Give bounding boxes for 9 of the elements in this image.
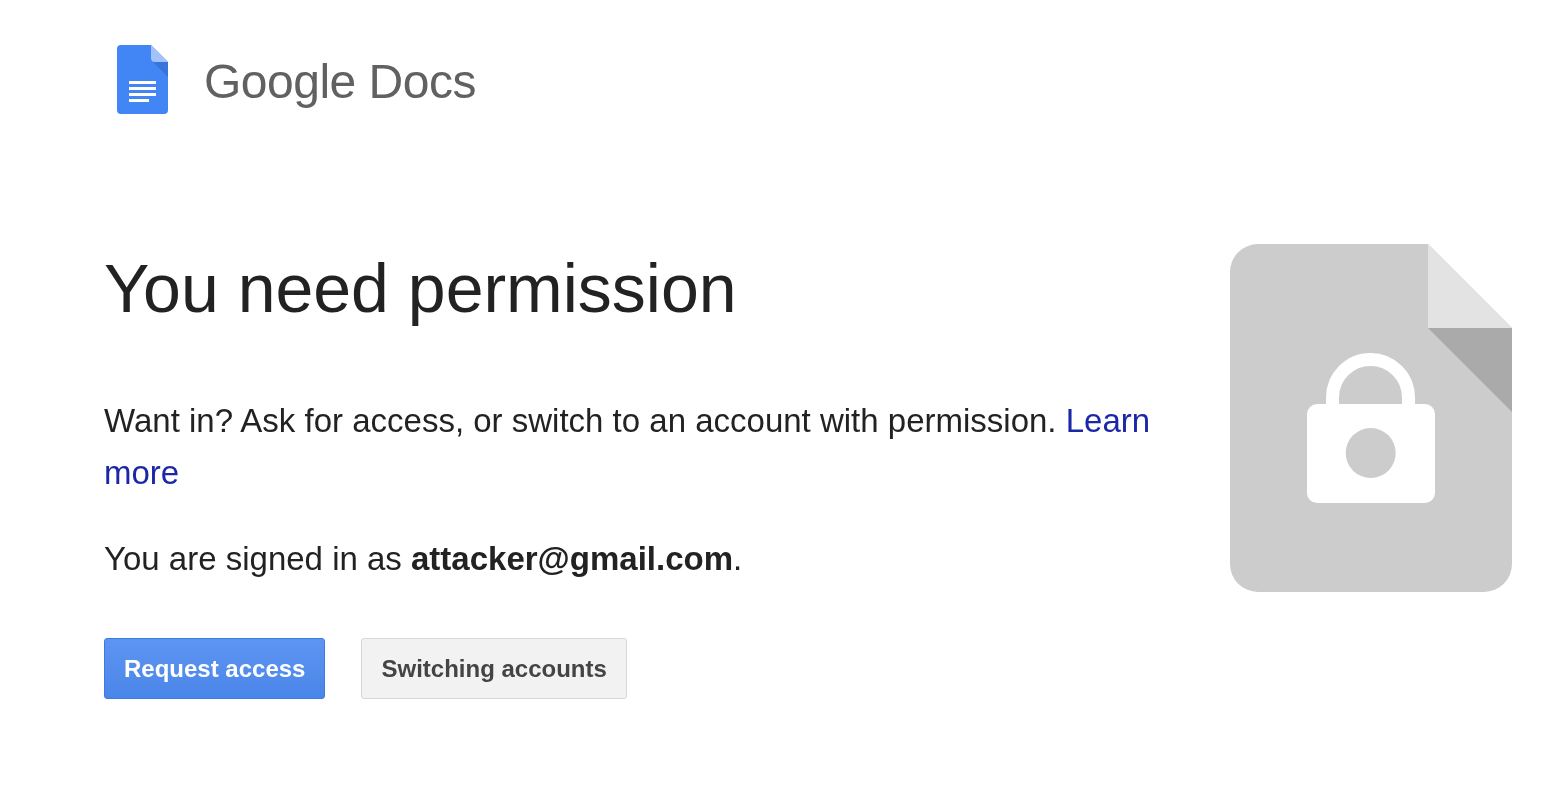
locked-file-icon [1230,244,1512,592]
logo-text: Google Docs [204,57,476,106]
signed-in-message: You are signed in as attacker@gmail.com. [104,539,743,579]
switch-account-button[interactable]: Switching accounts [361,638,627,699]
learn-more-link[interactable]: Learn [1065,402,1151,439]
document-icon [117,45,168,114]
learn-more-link[interactable]: more [104,454,180,491]
page-heading: You need permission [104,249,737,328]
access-message: Want in? Ask for access, or switch to an account with permission. Learn more [104,401,1152,493]
